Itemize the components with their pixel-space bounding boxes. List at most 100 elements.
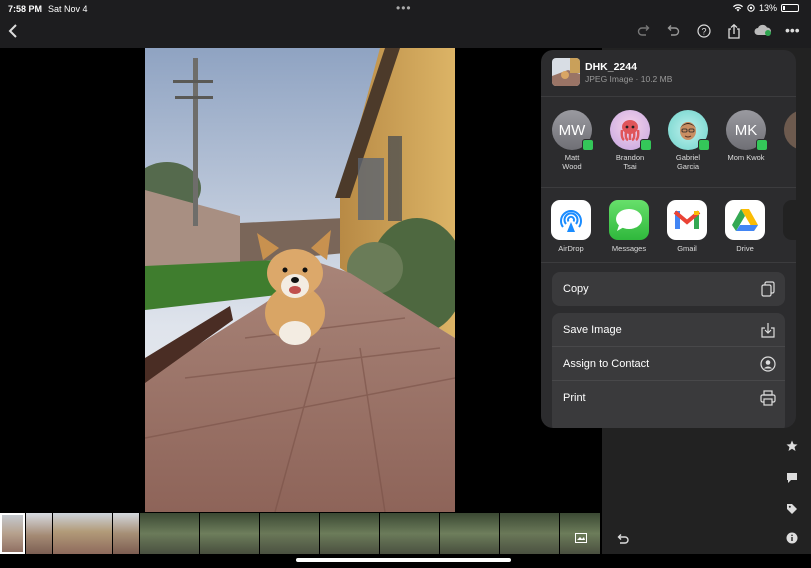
- cloud-sync-button[interactable]: [754, 24, 772, 40]
- gmail-icon: [667, 200, 707, 240]
- action-label: Copy: [563, 283, 589, 295]
- filmstrip-thumbnail[interactable]: [140, 513, 199, 554]
- app-icon: [783, 200, 796, 240]
- redo-icon: [637, 25, 650, 36]
- back-button[interactable]: [8, 22, 18, 43]
- person-name: Matt Wood: [562, 153, 582, 171]
- share-sheet: DHK_2244 JPEG Image · 10.2 MB MW Matt Wo…: [541, 50, 796, 428]
- app-messages[interactable]: Messages: [604, 200, 654, 253]
- status-bar: 7:58 PM Sat Nov 4 ••• 13%: [0, 0, 811, 18]
- file-thumbnail: [552, 58, 580, 86]
- main-photo[interactable]: [145, 48, 455, 512]
- reset-button[interactable]: [616, 532, 630, 550]
- more-button[interactable]: •••: [785, 22, 800, 38]
- contact-icon: [760, 356, 776, 372]
- person-mom-kwok[interactable]: MK Mom Kwok: [720, 110, 772, 162]
- info-icon: [786, 532, 798, 544]
- cloud-sync-icon: [754, 24, 771, 36]
- messages-icon: [609, 200, 649, 240]
- filmstrip-thumbnail[interactable]: [26, 513, 52, 554]
- home-indicator[interactable]: [296, 558, 511, 562]
- more-icon: •••: [785, 22, 800, 38]
- undo-icon: [667, 25, 680, 36]
- undo-button[interactable]: [666, 24, 680, 40]
- assign-to-contact-action[interactable]: Assign to Contact: [552, 347, 785, 381]
- filmstrip-thumbnail[interactable]: [320, 513, 379, 554]
- avatar: [784, 110, 796, 150]
- person-matt-wood[interactable]: MW Matt Wood: [546, 110, 598, 171]
- avatar-initials: MK: [734, 121, 758, 139]
- app-label: Drive: [736, 244, 754, 253]
- status-indicators: 13%: [732, 3, 799, 13]
- action-label: Print: [563, 392, 586, 404]
- messages-badge-icon: [756, 139, 768, 151]
- image-stack-icon: [575, 533, 587, 543]
- avatar: [668, 110, 710, 151]
- print-icon: [760, 390, 776, 406]
- save-image-action[interactable]: Save Image: [552, 313, 785, 347]
- info-button[interactable]: [786, 532, 798, 547]
- avatar: [610, 110, 652, 151]
- filmstrip-thumbnail[interactable]: [113, 513, 139, 554]
- battery-icon: [781, 4, 799, 12]
- person-name: Gabriel Garcia: [675, 153, 701, 171]
- app-gmail[interactable]: Gmail: [662, 200, 712, 253]
- copy-action[interactable]: Copy: [552, 272, 785, 306]
- tag-icon: [787, 504, 797, 514]
- app-label: Messages: [611, 244, 647, 253]
- person-gabriel-garcia[interactable]: Gabriel Garcia: [662, 110, 714, 171]
- multitasking-dots-icon[interactable]: •••: [396, 1, 412, 15]
- app-airdrop[interactable]: AirDrop: [546, 200, 596, 253]
- chevron-left-icon: [8, 24, 17, 38]
- action-label: Save Image: [563, 324, 622, 336]
- filmstrip-thumbnail[interactable]: [500, 513, 559, 554]
- action-label: Assign to Contact: [563, 358, 650, 370]
- app-drive[interactable]: Drive: [720, 200, 770, 253]
- filmstrip-thumbnail[interactable]: [200, 513, 259, 554]
- redo-button[interactable]: [637, 24, 651, 40]
- app-label: AirDrop: [558, 244, 584, 253]
- copy-icon: [761, 281, 775, 297]
- filmstrip-thumbnail[interactable]: [440, 513, 499, 554]
- app-partial[interactable]: Li: [778, 200, 796, 253]
- avatar: MK: [726, 110, 768, 151]
- star-button[interactable]: [786, 440, 798, 455]
- filmstrip-thumbnail[interactable]: [560, 513, 600, 554]
- file-meta: JPEG Image · 10.2 MB: [585, 74, 673, 84]
- photo-viewer[interactable]: [0, 48, 602, 512]
- app-label: Gmail: [677, 244, 697, 253]
- messages-badge-icon: [640, 139, 652, 151]
- action-group-primary: Copy: [552, 272, 785, 306]
- person-partial[interactable]: [778, 110, 796, 150]
- avatar-initials: MW: [558, 121, 586, 139]
- person-brandon-tsai[interactable]: Brandon Tsai: [604, 110, 656, 171]
- save-icon: [761, 323, 775, 338]
- person-name: Brandon Tsai: [615, 153, 645, 171]
- help-button[interactable]: ?: [697, 24, 711, 41]
- svg-text:?: ?: [701, 27, 706, 37]
- filmstrip-thumbnail[interactable]: [53, 513, 112, 554]
- star-icon: [786, 440, 798, 451]
- people-suggestions: MW Matt Wood Brandon Tsai Gabriel Garcia…: [541, 98, 796, 188]
- app-label: Li: [778, 244, 796, 253]
- file-name: DHK_2244: [585, 61, 637, 73]
- share-icon: [728, 23, 740, 39]
- print-action[interactable]: Print: [552, 381, 785, 415]
- comment-button[interactable]: [786, 472, 798, 487]
- share-apps: AirDrop Messages Gmail Drive Li: [541, 189, 796, 263]
- airdrop-icon: [551, 200, 591, 240]
- messages-badge-icon: [582, 139, 594, 151]
- status-date: Sat Nov 4: [48, 4, 88, 14]
- reset-icon: [617, 534, 629, 544]
- filmstrip-thumbnail[interactable]: [260, 513, 319, 554]
- tag-button[interactable]: [786, 503, 798, 518]
- filmstrip[interactable]: [0, 513, 602, 554]
- filmstrip-thumbnail[interactable]: [380, 513, 439, 554]
- filmstrip-thumbnail-selected[interactable]: [0, 513, 25, 554]
- top-toolbar: ? •••: [0, 18, 811, 48]
- share-button[interactable]: [727, 23, 741, 42]
- google-drive-icon: [725, 200, 765, 240]
- help-icon: ?: [697, 24, 711, 38]
- action-group-secondary: Save Image Assign to Contact Print: [552, 313, 785, 428]
- location-icon: [747, 4, 755, 12]
